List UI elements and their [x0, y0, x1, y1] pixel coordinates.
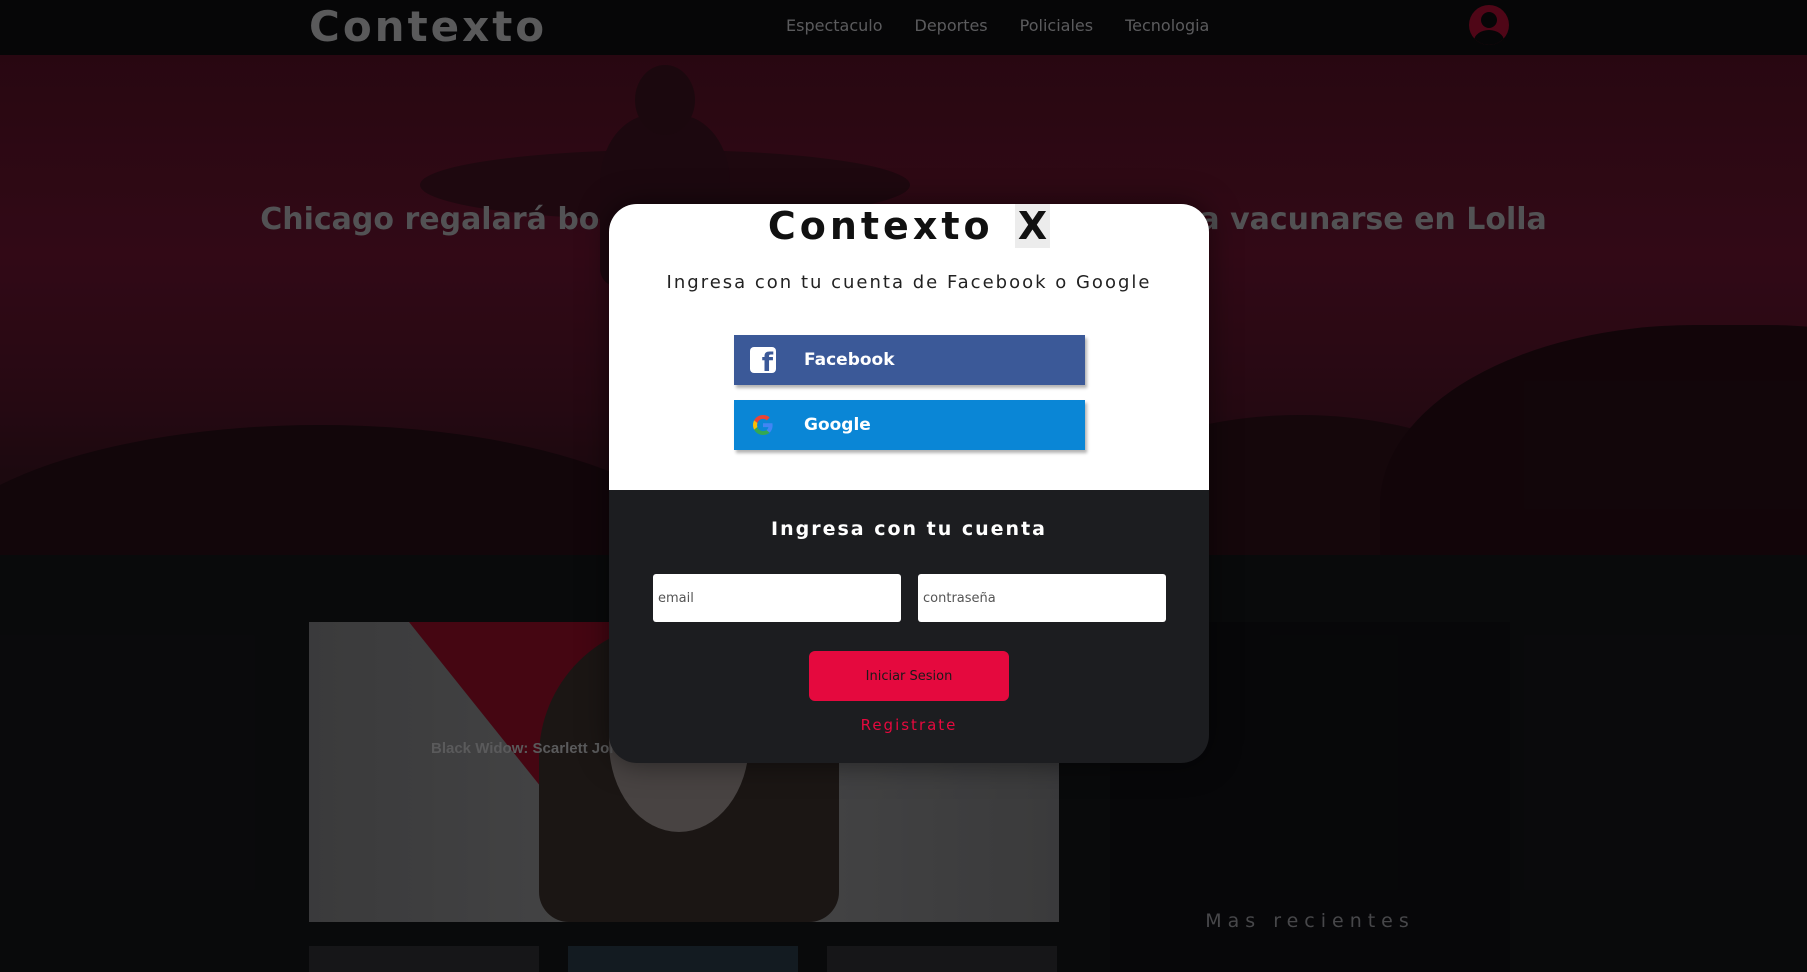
modal-title-text: Contexto	[767, 204, 994, 248]
modal-subtitle: Ingresa con tu cuenta de Facebook o Goog…	[666, 272, 1152, 293]
google-icon-box	[734, 400, 792, 450]
login-modal: Contexto X Ingresa con tu cuenta de Face…	[609, 204, 1209, 763]
register-link[interactable]: Registrate	[609, 716, 1209, 734]
password-field[interactable]	[918, 574, 1166, 622]
modal-title: Contexto X	[609, 204, 1209, 248]
google-login-label: Google	[804, 415, 871, 435]
account-login-title: Ingresa con tu cuenta	[771, 518, 1047, 540]
facebook-icon-box: f	[734, 335, 792, 385]
google-icon	[753, 415, 773, 435]
modal-social-section: Contexto X Ingresa con tu cuenta de Face…	[609, 204, 1209, 490]
google-login-button[interactable]: Google	[734, 400, 1085, 450]
facebook-icon: f	[750, 347, 776, 376]
facebook-login-label: Facebook	[804, 350, 895, 370]
close-button[interactable]: X	[1014, 204, 1051, 248]
email-field[interactable]	[653, 574, 901, 622]
login-button[interactable]: Iniciar Sesion	[809, 651, 1009, 701]
facebook-login-button[interactable]: f Facebook	[734, 335, 1085, 385]
